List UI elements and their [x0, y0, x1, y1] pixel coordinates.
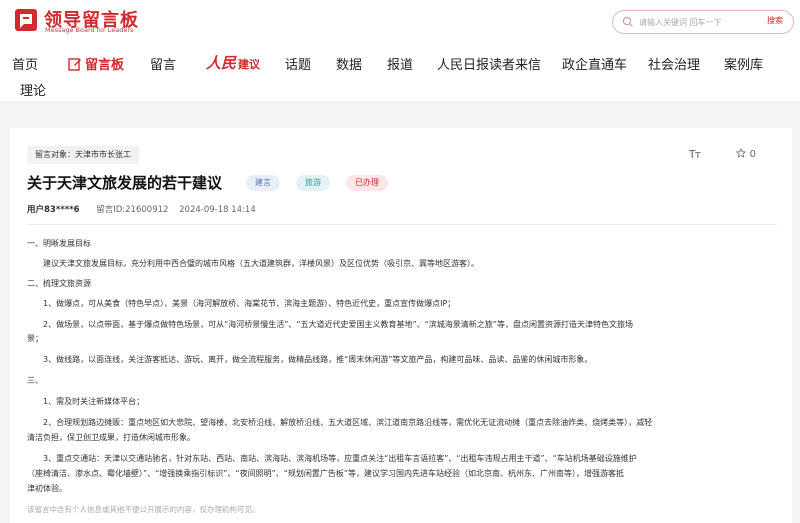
nav-topics[interactable]: 话题 — [285, 54, 311, 73]
nav-reports[interactable]: 报道 — [387, 54, 413, 73]
content-line: 2、合理规划路边摊贩：重点地区如大悲院、望海楼、北安桥沿线、解放桥沿线、五大道区… — [43, 418, 653, 427]
main-nav: 首页 留言板 留言 人民 建议 话题 数据 报道 人民日报读者来信 政企直通车 社… — [0, 44, 800, 101]
search-button[interactable]: 搜索 — [767, 15, 783, 26]
content-line: 1、做爆点，可从美食（特色早点）、美景（海河解放桥、海棠花节、滨海主题游）、特色… — [43, 299, 456, 308]
content-line: 3、重点交通站：天津以交通站驰名，针对东站、西站、南站、滨海站、滨海机场等，应重… — [43, 454, 637, 463]
logo-subtitle: Message Board for Leaders — [45, 26, 134, 34]
content-line: 1、需及时关注新媒体平台； — [43, 397, 145, 406]
top-header: 领导留言板 Message Board for Leaders 搜索 — [0, 0, 800, 44]
content-line: 景； — [27, 334, 43, 343]
content-line: 二、梳理文旅资源 — [27, 279, 91, 288]
tag-tourism[interactable]: 旅游 — [296, 175, 330, 191]
message-meta: 用户83****6 留言ID:21600912 2024-09-18 14:14 — [27, 203, 256, 215]
content-line: 清洁负担，保卫创卫成果，打造休闲城市形象。 — [27, 433, 195, 442]
search-icon — [622, 16, 633, 27]
content-line: 一、明晰发展目标 — [27, 239, 91, 248]
content-line: 2、做场景，以点带面，基于爆点做特色场景，可从“海河桥景慢生活”、“五大道近代史… — [43, 320, 633, 329]
nav-readers-letters[interactable]: 人民日报读者来信 — [437, 54, 541, 73]
content-line: 3、做线路，以面连线，关注游客抵达、游玩、离开，做全流程服务，做精品线路，推“周… — [43, 355, 593, 364]
site-logo[interactable]: 领导留言板 Message Board for Leaders — [14, 8, 144, 36]
privacy-note: 该留言中含有个人信息或其他不便公开展示的内容，仅办理机构可见。 — [27, 505, 260, 514]
search-box: 搜索 — [612, 10, 794, 34]
nav-message-board-label: 留言板 — [85, 58, 125, 73]
nav-data[interactable]: 数据 — [336, 54, 362, 73]
message-date: 2024-09-18 14:14 — [179, 205, 256, 215]
nav-people-suggestions-b: 建议 — [238, 58, 261, 71]
message-card: 留言对象：天津市市长张工 Tт 0 关于天津文旅发展的若干建议 建言 旅游 已办… — [10, 128, 792, 523]
message-target: 留言对象：天津市市长张工 — [27, 146, 139, 164]
nav-people-suggestions-a: 人民 — [206, 54, 237, 72]
nav-social-governance[interactable]: 社会治理 — [648, 54, 700, 73]
content-line: 津初体验。 — [27, 484, 67, 493]
nav-case-library[interactable]: 案例库 — [724, 54, 763, 73]
favorite-button[interactable]: 0 — [736, 148, 756, 160]
font-size-button[interactable]: Tт — [689, 148, 701, 161]
message-id: 留言ID:21600912 — [96, 205, 169, 215]
user-name: 用户83****6 — [27, 205, 80, 215]
nav-theory[interactable]: 理论 — [20, 80, 46, 99]
tag-suggestion[interactable]: 建言 — [246, 175, 280, 191]
favorite-count: 0 — [749, 149, 756, 160]
nav-people-suggestions[interactable]: 人民 建议 — [206, 52, 260, 73]
content-line: 建议天津文旅发展目标，充分利用中西合璧的城市风格（五大道建筑群，洋楼风景）及区位… — [43, 259, 479, 268]
nav-messages[interactable]: 留言 — [150, 54, 176, 73]
message-title: 关于天津文旅发展的若干建议 — [27, 174, 223, 192]
search-input[interactable] — [639, 14, 759, 30]
status-badge: 已办理 — [346, 175, 388, 191]
nav-home[interactable]: 首页 — [12, 54, 38, 73]
edit-pen-icon — [68, 58, 81, 71]
nav-message-board[interactable]: 留言板 — [68, 54, 124, 73]
content-line: （座椅清洁、渗水点、霉化墙壁）”、“增强换乘指引标识”、“夜间照明”、“规划闲置… — [27, 469, 625, 478]
nav-gov-enterprise[interactable]: 政企直通车 — [562, 54, 627, 73]
logo-mark-icon — [15, 9, 37, 31]
star-icon — [736, 148, 747, 158]
divider — [27, 224, 777, 225]
content-line: 三、 — [27, 376, 43, 385]
